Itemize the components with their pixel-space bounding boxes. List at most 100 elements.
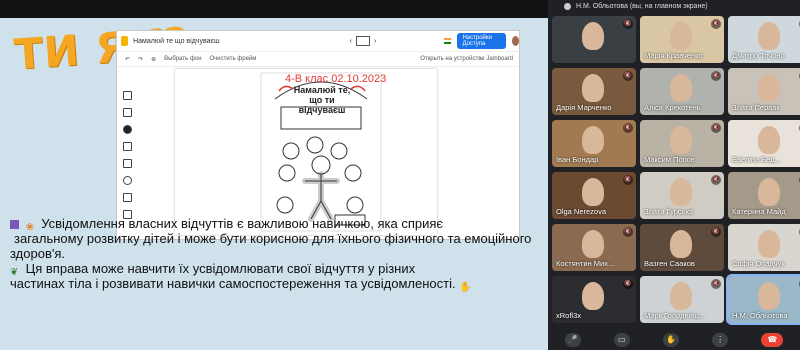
participant-tile[interactable]: 🔇 xRofl3x	[552, 276, 636, 323]
camera-icon[interactable]: ▭	[613, 333, 630, 347]
participant-video	[582, 22, 604, 50]
undo-icon[interactable]: ↶	[125, 56, 130, 63]
mic-muted-icon: 🔇	[711, 19, 721, 29]
sticky-note-icon[interactable]	[122, 142, 132, 151]
participant-name: Дарія Марченко	[556, 103, 612, 112]
caption-line: здоров'я.	[10, 246, 65, 261]
participant-tile[interactable]: 🔇 Злата Гурська	[640, 172, 724, 219]
participant-video	[758, 22, 780, 50]
participant-name: xRofl3x	[556, 311, 582, 320]
participant-tile[interactable]: 🔇Катерина Майд	[728, 172, 800, 219]
raise-hand-icon[interactable]: ✋	[662, 333, 679, 347]
clear-frame-button[interactable]: Очистить фрейм	[210, 56, 257, 62]
participant-video	[582, 230, 604, 258]
participant-tile[interactable]: 🔇 Іван Бондар	[552, 120, 636, 167]
mic-muted-icon: 🔇	[711, 227, 721, 237]
image-icon[interactable]	[122, 159, 132, 168]
participant-tile[interactable]: 🔇 Дарія Марченко	[552, 68, 636, 115]
mic-muted-icon: 🔇	[711, 175, 721, 185]
presenter-bar: Н.М. Обльотова (вы, на главном экране)	[548, 0, 800, 12]
participant-video	[670, 282, 692, 310]
mic-muted-icon: 🔇	[623, 19, 633, 29]
participant-tile[interactable]: 🔇Н.М. Обльотова	[726, 274, 800, 325]
participant-name: Максим Попов	[644, 155, 695, 164]
mic-muted-icon: 🔇	[623, 71, 633, 81]
participant-video	[670, 74, 692, 102]
participant-video	[758, 126, 780, 154]
hands-icon: ✋	[459, 282, 472, 294]
mic-muted-icon: 🔇	[623, 175, 633, 185]
participant-video	[758, 74, 780, 102]
participant-video	[758, 282, 780, 310]
presenter-label: Н.М. Обльотова (вы, на главном экране)	[576, 2, 708, 10]
participant-tile[interactable]: 🔇 Максим Попов	[640, 120, 724, 167]
chevron-right-icon[interactable]: ›	[374, 38, 376, 45]
participant-name: Злата Гурська	[644, 207, 694, 216]
mic-icon[interactable]: 🎤	[564, 333, 581, 347]
participant-video	[758, 230, 780, 258]
avatar[interactable]	[511, 36, 519, 46]
participant-tile[interactable]: 🔇 Olga Nerezova	[552, 172, 636, 219]
shared-screen: ТИ ЯК? Намалюй те що відчуваєш ‹ › Настр…	[0, 0, 548, 350]
participant-name: Аліса Крекотень	[644, 103, 701, 112]
pen-icon[interactable]	[122, 91, 132, 100]
textbox-icon[interactable]	[122, 193, 132, 202]
jamboard-doc-title[interactable]: Намалюй те що відчуваєш	[133, 38, 220, 45]
select-icon[interactable]	[122, 125, 132, 134]
participant-tile[interactable]: 🔇	[552, 16, 636, 63]
participant-tile[interactable]: 🔇 Марія Кравченко	[640, 16, 724, 63]
participant-name: Злата Первак	[732, 103, 780, 112]
frame-thumbnail-icon[interactable]	[356, 36, 371, 46]
participant-video	[582, 126, 604, 154]
caption-line: частинах тіла і розвивати навички самосп…	[10, 276, 540, 294]
participant-name: Іван Бондар	[556, 155, 599, 164]
participant-tile[interactable]: 🔇Злата Первак	[728, 68, 800, 115]
caption-line: загальному розвитку дітей і може бути ко…	[14, 231, 532, 246]
caption-line: ❀ Усвідомлення власних відчуттів є важли…	[10, 216, 540, 233]
participant-name: Дмитро Точоно	[732, 51, 785, 60]
caption-text: частинах тіла і розвивати навички самосп…	[10, 276, 456, 291]
participant-name: Катерина Майд	[732, 207, 786, 216]
participant-name: Софія Осадчук	[732, 259, 785, 268]
participant-tile[interactable]: 🔇 Марк Голоднищ...	[640, 276, 724, 323]
sparkle-icon	[10, 220, 19, 230]
open-on-device-link[interactable]: Открыть на устройстве Jamboard	[420, 56, 513, 62]
participant-video	[670, 126, 692, 154]
set-background-button[interactable]: Выбрать фон	[164, 56, 201, 62]
participant-video	[670, 22, 692, 50]
participant-tile[interactable]: 🔇 Костянтин Мих...	[552, 224, 636, 271]
caption-line: ❦ Ця вправа може навчити їх усвідомлюват…	[10, 261, 540, 279]
screen-top-strip	[0, 0, 548, 18]
jamboard-canvas[interactable]: 4-В клас 02.10.2023 Намалюй те, що ти ві…	[175, 69, 437, 235]
zoom-icon[interactable]: ⊕	[151, 56, 156, 63]
participant-name: Костянтин Мих...	[556, 259, 615, 268]
circle-icon[interactable]	[122, 176, 132, 185]
participant-tile[interactable]: 🔇 Вазген Сааков	[640, 224, 724, 271]
flag-icon	[444, 38, 452, 44]
frame-navigator[interactable]: ‹ ›	[350, 36, 376, 46]
eraser-icon[interactable]	[122, 108, 132, 117]
participant-video	[670, 178, 692, 206]
mic-muted-icon: 🔇	[711, 71, 721, 81]
jamboard-header: Намалюй те що відчуваєш ‹ › Настройки До…	[117, 31, 519, 52]
participant-tile[interactable]: 🔇Евеліна Бед...	[728, 120, 800, 167]
mic-muted-icon: 🔇	[711, 279, 721, 289]
caption-text: Усвідомлення власних відчуттів є важливо…	[41, 216, 444, 231]
participant-video	[582, 178, 604, 206]
mic-muted-icon: 🔇	[623, 123, 633, 133]
chevron-left-icon[interactable]: ‹	[350, 38, 352, 45]
caption-text: Ця вправа може навчити їх усвідомлювати …	[25, 261, 416, 276]
participant-video	[582, 74, 604, 102]
end-call-button[interactable]: ☎	[761, 333, 784, 347]
participant-tile[interactable]: 🔇Дмитро Точоно	[728, 16, 800, 63]
participant-tile[interactable]: 🔇 Аліса Крекотень	[640, 68, 724, 115]
participant-tile[interactable]: 🔇Софія Осадчук	[728, 224, 800, 271]
jamboard-toolbar: ↶ ↷ ⊕ Выбрать фон Очистить фрейм Открыть…	[117, 52, 519, 67]
more-options-icon[interactable]: ⋮	[712, 333, 729, 347]
share-button[interactable]: Настройки Доступа	[457, 33, 506, 49]
participant-name: Olga Nerezova	[556, 207, 607, 216]
jamboard-tools	[121, 91, 133, 219]
mic-muted-icon: 🔇	[711, 123, 721, 133]
leaf-icon: ❦	[10, 267, 19, 279]
redo-icon[interactable]: ↷	[138, 56, 143, 63]
